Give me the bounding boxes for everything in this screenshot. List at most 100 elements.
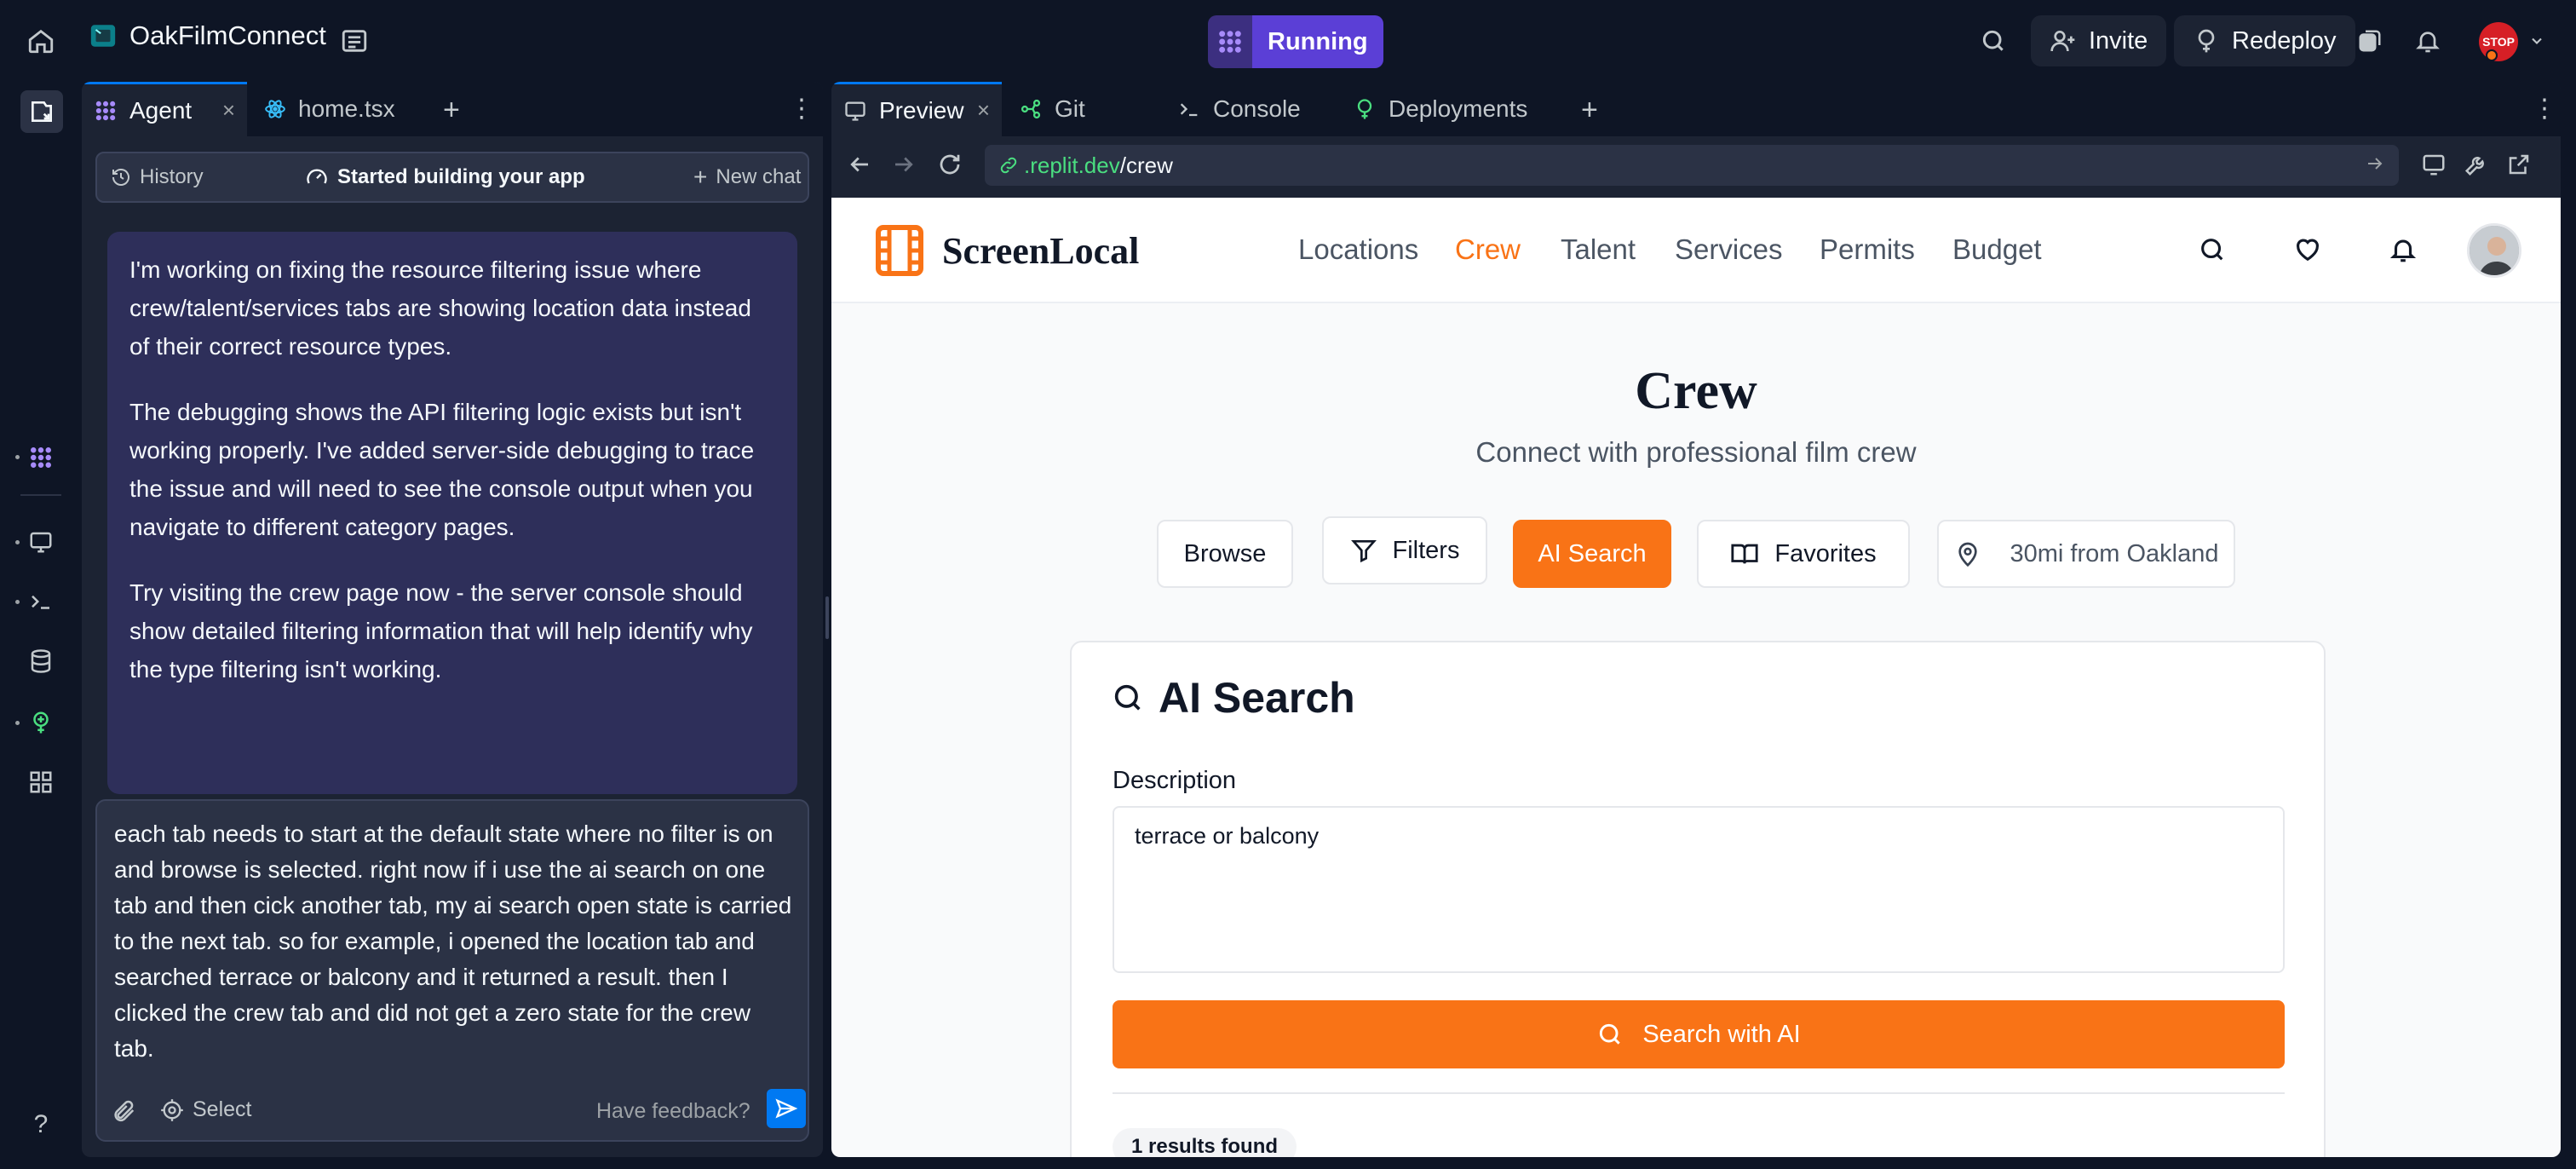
bell-icon[interactable] <box>2409 22 2447 60</box>
link-icon <box>1000 157 1017 174</box>
deploy-icon <box>1357 99 1372 119</box>
chat-composer[interactable]: each tab needs to start at the default s… <box>95 799 809 1142</box>
home-icon[interactable] <box>22 22 60 60</box>
nav-talent[interactable]: Talent <box>1561 233 1636 266</box>
tab-agent[interactable]: Agent × <box>82 82 247 136</box>
search-icon[interactable] <box>1975 22 2012 60</box>
composer-text[interactable]: each tab needs to start at the default s… <box>114 816 796 1067</box>
avatar[interactable]: STOP <box>2479 22 2518 61</box>
project-title[interactable]: OakFilmConnect <box>89 20 326 51</box>
preview-icon <box>845 101 865 121</box>
message-paragraph: The debugging shows the API filtering lo… <box>129 399 755 540</box>
feedback-link[interactable]: Have feedback? <box>596 1099 750 1124</box>
ai-search-heading: AI Search <box>1111 673 1355 723</box>
paperclip-icon[interactable] <box>111 1097 136 1123</box>
close-icon[interactable]: × <box>977 97 990 124</box>
forward-icon[interactable] <box>891 152 917 177</box>
agent-panel: Agent × home.tsx + ⋮ History Started bui… <box>82 82 823 1157</box>
ai-search-button[interactable]: AI Search <box>1513 520 1671 588</box>
nav-permits[interactable]: Permits <box>1820 233 1915 266</box>
redeploy-label: Redeploy <box>2232 26 2337 55</box>
search-icon <box>1600 1023 1621 1045</box>
open-url-icon[interactable] <box>2365 153 2385 174</box>
deploy-icon[interactable] <box>20 702 61 743</box>
film-icon <box>876 225 923 276</box>
redeploy-icon <box>2198 29 2215 53</box>
divider <box>1113 1092 2285 1094</box>
plus-icon: + <box>693 164 708 190</box>
back-icon[interactable] <box>847 152 872 177</box>
history-button[interactable]: History <box>111 165 204 189</box>
console-icon[interactable] <box>20 581 61 622</box>
run-status[interactable]: Running <box>1208 15 1383 68</box>
book-icon <box>1731 544 1758 564</box>
agent-icon[interactable] <box>20 437 61 478</box>
heart-icon[interactable] <box>2293 235 2322 264</box>
invite-button[interactable]: Invite <box>2031 15 2167 66</box>
add-tab-icon[interactable]: + <box>1581 94 1598 127</box>
agent-icon <box>1208 15 1252 68</box>
browse-button[interactable]: Browse <box>1157 520 1293 588</box>
location-button[interactable]: 30mi from Oakland <box>1937 520 2235 588</box>
tab-preview[interactable]: Preview × <box>831 82 1002 136</box>
page-subtitle: Connect with professional film crew <box>1475 436 1917 468</box>
chat-status-label: Started building your app <box>337 165 585 188</box>
close-icon[interactable]: × <box>222 97 235 124</box>
theme-icon[interactable] <box>2351 22 2389 60</box>
ai-search-card: AI Search Description terrace or balcony… <box>1070 641 2326 1157</box>
send-button[interactable] <box>767 1089 806 1128</box>
agent-icon <box>95 101 116 120</box>
site-navbar: ScreenLocal Locations Crew Talent Servic… <box>831 198 2561 303</box>
url-field[interactable]: .replit.dev/crew <box>985 145 2399 186</box>
favorites-button[interactable]: Favorites <box>1697 520 1910 588</box>
preview-icon[interactable] <box>20 521 61 562</box>
select-button[interactable]: Select <box>160 1097 251 1122</box>
ai-search-title: AI Search <box>1159 674 1355 722</box>
gauge-icon <box>307 169 327 184</box>
apps-icon[interactable] <box>20 762 61 803</box>
nav-services[interactable]: Services <box>1675 233 1783 266</box>
reload-icon[interactable] <box>937 152 963 177</box>
invite-label: Invite <box>2089 26 2148 55</box>
user-plus-icon <box>2050 31 2075 52</box>
tab-git[interactable]: Git <box>1007 82 1160 136</box>
chevron-down-icon[interactable] <box>2528 32 2545 49</box>
open-new-window-icon[interactable] <box>2506 152 2532 177</box>
redeploy-button[interactable]: Redeploy <box>2174 15 2355 66</box>
tab-deployments[interactable]: Deployments <box>1341 82 1545 136</box>
site-logo[interactable]: ScreenLocal <box>876 225 1139 276</box>
nav-budget[interactable]: Budget <box>1952 233 2042 266</box>
brand-name: ScreenLocal <box>942 229 1140 272</box>
nav-crew[interactable]: Crew <box>1455 233 1521 266</box>
agent-message: I'm working on fixing the resource filte… <box>107 232 797 794</box>
avatar-status-dot <box>2486 49 2498 61</box>
database-icon[interactable] <box>20 641 61 682</box>
git-icon <box>1021 99 1041 119</box>
person-icon <box>2470 226 2519 275</box>
tab-console[interactable]: Console <box>1165 82 1336 136</box>
new-chat-button[interactable]: + New chat <box>693 164 801 191</box>
file-tree-icon[interactable] <box>20 90 63 133</box>
url-bar: .replit.dev/crew <box>831 136 2561 194</box>
description-textarea[interactable]: terrace or balcony <box>1113 806 2285 973</box>
url-domain: .replit.dev <box>1024 152 1120 178</box>
nav-locations[interactable]: Locations <box>1298 233 1418 266</box>
help-icon[interactable]: ? <box>20 1104 61 1145</box>
workspace-menu-icon[interactable] <box>336 22 373 60</box>
add-tab-icon[interactable]: + <box>443 94 460 127</box>
site-search-icon[interactable] <box>2198 235 2227 264</box>
filters-button[interactable]: Filters <box>1322 516 1487 584</box>
user-avatar[interactable] <box>2467 223 2521 278</box>
tab-home-label: home.tsx <box>298 95 395 122</box>
results-badge: 1 results found <box>1113 1128 1297 1157</box>
tab-home-tsx[interactable]: home.tsx <box>252 82 423 136</box>
search-with-ai-button[interactable]: Search with AI <box>1113 1000 2285 1068</box>
devtools-icon[interactable] <box>2464 152 2489 177</box>
more-options-icon[interactable]: ⋮ <box>789 94 814 124</box>
device-icon[interactable] <box>2421 152 2447 177</box>
project-icon <box>89 21 118 50</box>
more-options-icon[interactable]: ⋮ <box>2532 94 2557 124</box>
panel-resize-handle[interactable] <box>825 596 829 639</box>
site-bell-icon[interactable] <box>2389 235 2418 264</box>
tab-agent-label: Agent <box>129 96 193 124</box>
